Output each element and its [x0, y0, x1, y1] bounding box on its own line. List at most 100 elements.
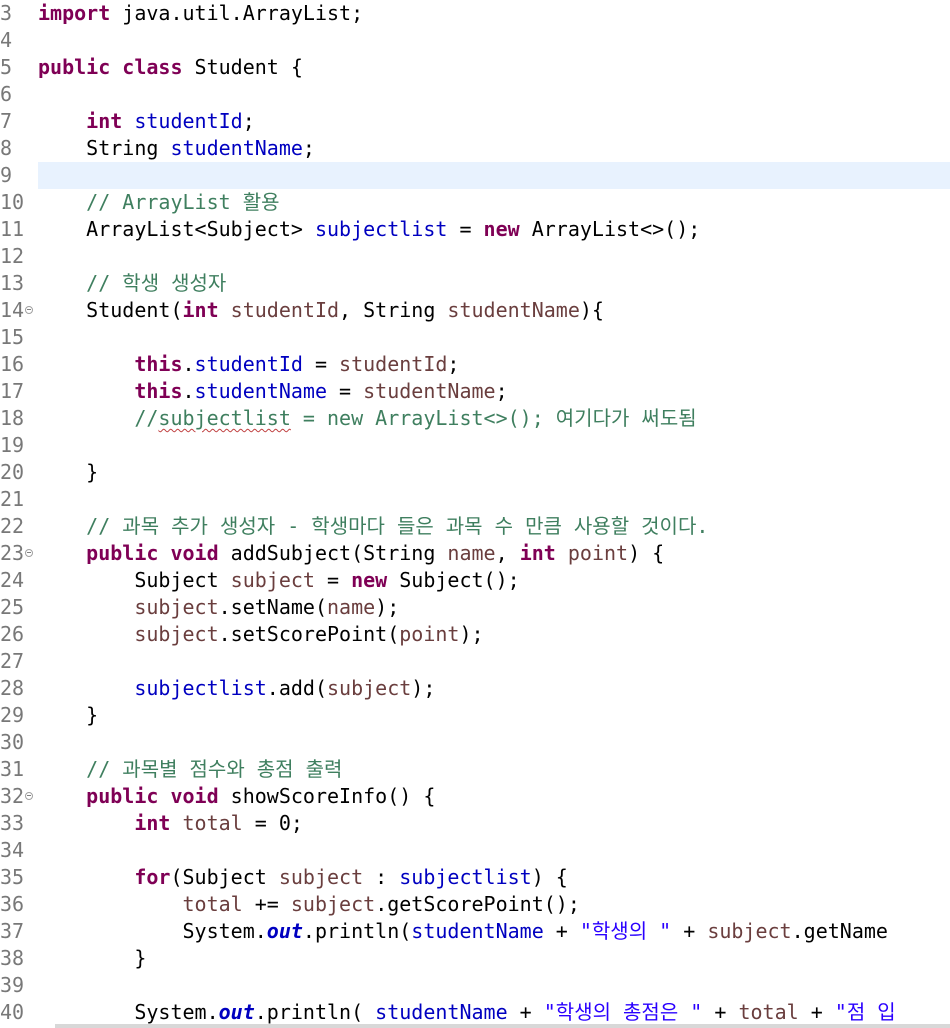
code-content[interactable]: }: [38, 459, 950, 486]
code-content[interactable]: [38, 432, 950, 459]
code-content[interactable]: Student(int studentId, String studentNam…: [38, 297, 950, 324]
code-line[interactable]: 29 }: [0, 702, 950, 729]
code-content[interactable]: //subjectlist = new ArrayList<>(); 여기다가 …: [38, 405, 950, 432]
code-line[interactable]: 21: [0, 486, 950, 513]
code-content[interactable]: this.studentId = studentId;: [38, 351, 950, 378]
code-content[interactable]: this.studentName = studentName;: [38, 378, 950, 405]
code-token: ) {: [531, 865, 568, 889]
code-line[interactable]: 39: [0, 972, 950, 999]
code-content[interactable]: [38, 27, 950, 54]
code-content[interactable]: public void showScoreInfo() {: [38, 783, 950, 810]
collapse-fold-icon[interactable]: [25, 549, 33, 557]
line-number: 32: [0, 783, 38, 810]
line-number-text: 16: [0, 352, 25, 376]
code-content[interactable]: System.out.println( studentName + "학생의 총…: [38, 999, 950, 1026]
code-content[interactable]: }: [38, 702, 950, 729]
code-line[interactable]: 32 public void showScoreInfo() {: [0, 783, 950, 810]
code-content[interactable]: subject.setName(name);: [38, 594, 950, 621]
code-token: .setScorePoint(: [218, 622, 400, 646]
code-content[interactable]: subject.setScorePoint(point);: [38, 621, 950, 648]
code-line[interactable]: 20 }: [0, 459, 950, 486]
code-content[interactable]: [38, 162, 950, 189]
code-line[interactable]: 35 for(Subject subject : subjectlist) {: [0, 864, 950, 891]
code-token: ArrayList<Subject>: [38, 217, 315, 241]
code-line[interactable]: 16 this.studentId = studentId;: [0, 351, 950, 378]
string-token: "학생의 총점은 ": [543, 1000, 703, 1024]
code-line[interactable]: 9: [0, 162, 950, 189]
code-line[interactable]: 33 int total = 0;: [0, 810, 950, 837]
code-content[interactable]: [38, 81, 950, 108]
code-line[interactable]: 23 public void addSubject(String name, i…: [0, 540, 950, 567]
code-line[interactable]: 10 // ArrayList 활용: [0, 189, 950, 216]
code-content[interactable]: [38, 486, 950, 513]
code-content[interactable]: // ArrayList 활용: [38, 189, 950, 216]
code-line[interactable]: 34: [0, 837, 950, 864]
code-line[interactable]: 19: [0, 432, 950, 459]
code-line[interactable]: 24 Subject subject = new Subject();: [0, 567, 950, 594]
code-line[interactable]: 14 Student(int studentId, String student…: [0, 297, 950, 324]
code-line[interactable]: 13 // 학생 생성자: [0, 270, 950, 297]
line-number-text: 26: [0, 622, 25, 646]
code-line[interactable]: 3 import java.util.ArrayList;: [0, 0, 950, 27]
code-content[interactable]: public class Student {: [38, 54, 950, 81]
code-line[interactable]: 17 this.studentName = studentName;: [0, 378, 950, 405]
code-content[interactable]: for(Subject subject : subjectlist) {: [38, 864, 950, 891]
code-line[interactable]: 18 //subjectlist = new ArrayList<>(); 여기…: [0, 405, 950, 432]
code-content[interactable]: [38, 972, 950, 999]
code-line[interactable]: 11 ArrayList<Subject> subjectlist = new …: [0, 216, 950, 243]
code-line[interactable]: 7 int studentId;: [0, 108, 950, 135]
code-content[interactable]: import java.util.ArrayList;: [38, 0, 950, 27]
code-content[interactable]: [38, 243, 950, 270]
code-line[interactable]: 15: [0, 324, 950, 351]
line-number: 14: [0, 297, 38, 324]
code-line[interactable]: 12: [0, 243, 950, 270]
code-line[interactable]: 37 System.out.println(studentName + "학생의…: [0, 918, 950, 945]
code-token: System.: [38, 1000, 219, 1024]
code-content[interactable]: String studentName;: [38, 135, 950, 162]
code-token: String: [38, 136, 171, 160]
code-line[interactable]: 38 }: [0, 945, 950, 972]
code-content[interactable]: total += subject.getScorePoint();: [38, 891, 950, 918]
line-number: 16: [0, 351, 38, 378]
code-line[interactable]: 22 // 과목 추가 생성자 - 학생마다 들은 과목 수 만큼 사용할 것이…: [0, 513, 950, 540]
line-number-text: 40: [0, 1000, 25, 1024]
code-content[interactable]: int studentId;: [38, 108, 950, 135]
code-line[interactable]: 27: [0, 648, 950, 675]
code-content[interactable]: // 학생 생성자: [38, 270, 950, 297]
code-line[interactable]: 8 String studentName;: [0, 135, 950, 162]
collapse-fold-icon[interactable]: [25, 306, 33, 314]
code-line[interactable]: 40 System.out.println( studentName + "학생…: [0, 999, 950, 1026]
code-content[interactable]: [38, 837, 950, 864]
line-number: 38: [0, 945, 38, 972]
code-line[interactable]: 26 subject.setScorePoint(point);: [0, 621, 950, 648]
horizontal-scrollbar[interactable]: [55, 1024, 950, 1028]
code-line[interactable]: 31 // 과목별 점수와 총점 출력: [0, 756, 950, 783]
code-content[interactable]: }: [38, 945, 950, 972]
code-content[interactable]: ArrayList<Subject> subjectlist = new Arr…: [38, 216, 950, 243]
code-line[interactable]: 5 public class Student {: [0, 54, 950, 81]
code-line[interactable]: 25 subject.setName(name);: [0, 594, 950, 621]
code-content[interactable]: [38, 324, 950, 351]
code-content[interactable]: [38, 729, 950, 756]
keyword-token: int: [134, 811, 171, 835]
code-line[interactable]: 6: [0, 81, 950, 108]
code-content[interactable]: // 과목별 점수와 총점 출력: [38, 756, 950, 783]
code-editor[interactable]: 3 import java.util.ArrayList; 4 5 public cla…: [0, 0, 950, 1028]
code-token: +: [671, 919, 708, 943]
collapse-fold-icon[interactable]: [25, 792, 33, 800]
code-content[interactable]: subjectlist.add(subject);: [38, 675, 950, 702]
code-content[interactable]: public void addSubject(String name, int …: [38, 540, 950, 567]
code-content[interactable]: Subject subject = new Subject();: [38, 567, 950, 594]
code-token: .setName(: [218, 595, 327, 619]
code-content[interactable]: System.out.println(studentName + "학생의 " …: [38, 918, 950, 945]
code-line[interactable]: 28 subjectlist.add(subject);: [0, 675, 950, 702]
code-line[interactable]: 30: [0, 729, 950, 756]
keyword-token: new: [483, 217, 520, 241]
code-content[interactable]: [38, 648, 950, 675]
code-content[interactable]: // 과목 추가 생성자 - 학생마다 들은 과목 수 만큼 사용할 것이다.: [38, 513, 950, 540]
code-line[interactable]: 4: [0, 27, 950, 54]
static-field-token: out: [218, 1000, 255, 1024]
code-content[interactable]: int total = 0;: [38, 810, 950, 837]
code-line[interactable]: 36 total += subject.getScorePoint();: [0, 891, 950, 918]
